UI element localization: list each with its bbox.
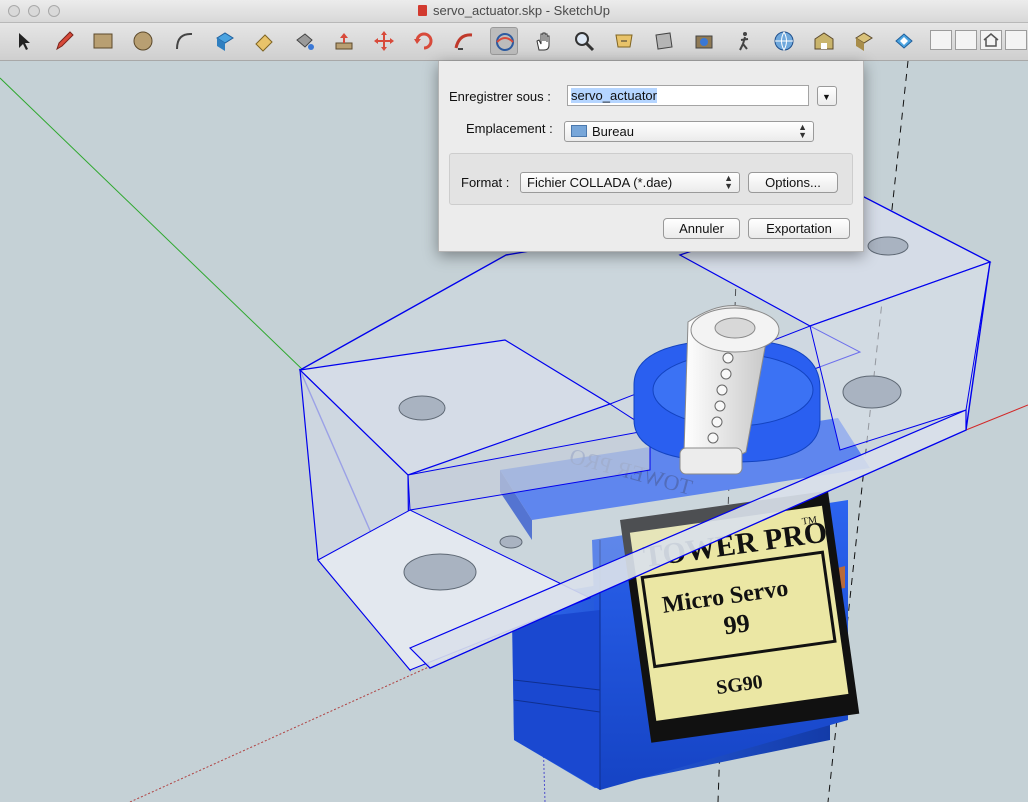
rectangle-tool-button[interactable] [89, 27, 117, 55]
filename-value: servo_actuator [571, 88, 657, 103]
extension-icon [895, 33, 913, 49]
get-models-tool-button[interactable] [810, 27, 838, 55]
mount-hole-1 [398, 395, 446, 421]
pencil-tool-button[interactable] [50, 27, 78, 55]
right-view-icon[interactable] [955, 30, 977, 50]
export-button[interactable]: Exportation [748, 218, 850, 239]
back-view-icon[interactable] [1005, 30, 1027, 50]
options-button[interactable]: Options... [748, 172, 838, 193]
save-as-label: Enregistrer sous : [449, 89, 551, 104]
hand-icon [536, 32, 550, 51]
format-value: Fichier COLLADA (*.dae) [527, 175, 673, 190]
previous-view-tool-button[interactable] [650, 27, 678, 55]
filename-input[interactable]: servo_actuator [567, 85, 809, 106]
folder-icon [571, 125, 587, 137]
walk-icon [739, 32, 749, 51]
component-icon [216, 32, 234, 51]
move-tool-button[interactable] [370, 27, 398, 55]
chevron-down-icon: ▼ [822, 92, 831, 102]
walk-tool-button[interactable] [730, 27, 758, 55]
location-select[interactable]: Bureau ▲ ▼ [564, 121, 814, 142]
stepper-icon: ▲ ▼ [798, 122, 807, 140]
follow-me-tool-button[interactable] [450, 27, 478, 55]
share-component-icon [855, 32, 873, 51]
push-pull-icon [335, 33, 353, 50]
pan-tool-button[interactable] [530, 27, 558, 55]
extension-tool-button[interactable] [890, 27, 918, 55]
orbit-tool-button[interactable] [490, 27, 518, 55]
magnifier-icon [575, 32, 595, 52]
share-component-tool-button[interactable] [850, 27, 878, 55]
paint-bucket-tool-button[interactable] [290, 27, 318, 55]
mount-hole-5 [499, 535, 523, 549]
cancel-button[interactable]: Annuler [663, 218, 740, 239]
eraser-tool-button[interactable] [250, 27, 278, 55]
home-icon[interactable] [980, 30, 1002, 50]
mount-hole-4 [403, 553, 477, 591]
format-select[interactable]: Fichier COLLADA (*.dae) ▲ ▼ [520, 172, 740, 193]
expand-browser-button[interactable]: ▼ [817, 86, 837, 106]
export-dialog: Enregistrer sous : servo_actuator ▼ Empl… [438, 61, 864, 252]
circle-tool-button[interactable] [129, 27, 157, 55]
move-icon [374, 31, 394, 51]
horn-spline [679, 447, 743, 475]
title-bar: servo_actuator.skp - SketchUp [0, 0, 1028, 23]
mount-hole-2 [867, 236, 909, 256]
front-view-icon[interactable] [930, 30, 952, 50]
arrow-icon [19, 33, 30, 50]
rotate-tool-button[interactable] [410, 27, 438, 55]
location-value: Bureau [592, 124, 634, 139]
label-trademark: TM [801, 515, 817, 528]
camera-icon [695, 35, 713, 49]
arc-icon [176, 32, 193, 50]
rotate-icon [414, 32, 433, 50]
rectangle-icon [93, 33, 113, 49]
orbit-icon [496, 33, 514, 51]
stepper-icon: ▲ ▼ [724, 173, 733, 191]
select-tool-button[interactable] [10, 27, 38, 55]
previous-view-icon [655, 32, 673, 50]
push-pull-tool-button[interactable] [330, 27, 358, 55]
label-line2: 99 [722, 608, 752, 640]
zoom-tool-button[interactable] [570, 27, 598, 55]
location-label: Emplacement : [466, 121, 553, 136]
circle-icon [133, 31, 153, 51]
format-label: Format : [461, 175, 510, 190]
main-toolbar [0, 23, 1028, 61]
pencil-icon [56, 31, 74, 51]
share-model-tool-button[interactable] [770, 27, 798, 55]
position-camera-tool-button[interactable] [690, 27, 718, 55]
paint-bucket-icon [296, 33, 314, 50]
mount-hole-3 [842, 375, 902, 409]
window-title: servo_actuator.skp - SketchUp [0, 3, 1028, 18]
zoom-extents-tool-button[interactable] [610, 27, 638, 55]
warehouse-icon [814, 32, 834, 50]
make-component-tool-button[interactable] [210, 27, 238, 55]
document-icon [417, 5, 427, 16]
eraser-icon [255, 34, 273, 52]
zoom-extents-icon [615, 34, 633, 48]
arc-tool-button[interactable] [170, 27, 198, 55]
globe-icon [774, 31, 794, 52]
follow-me-icon [454, 33, 473, 50]
